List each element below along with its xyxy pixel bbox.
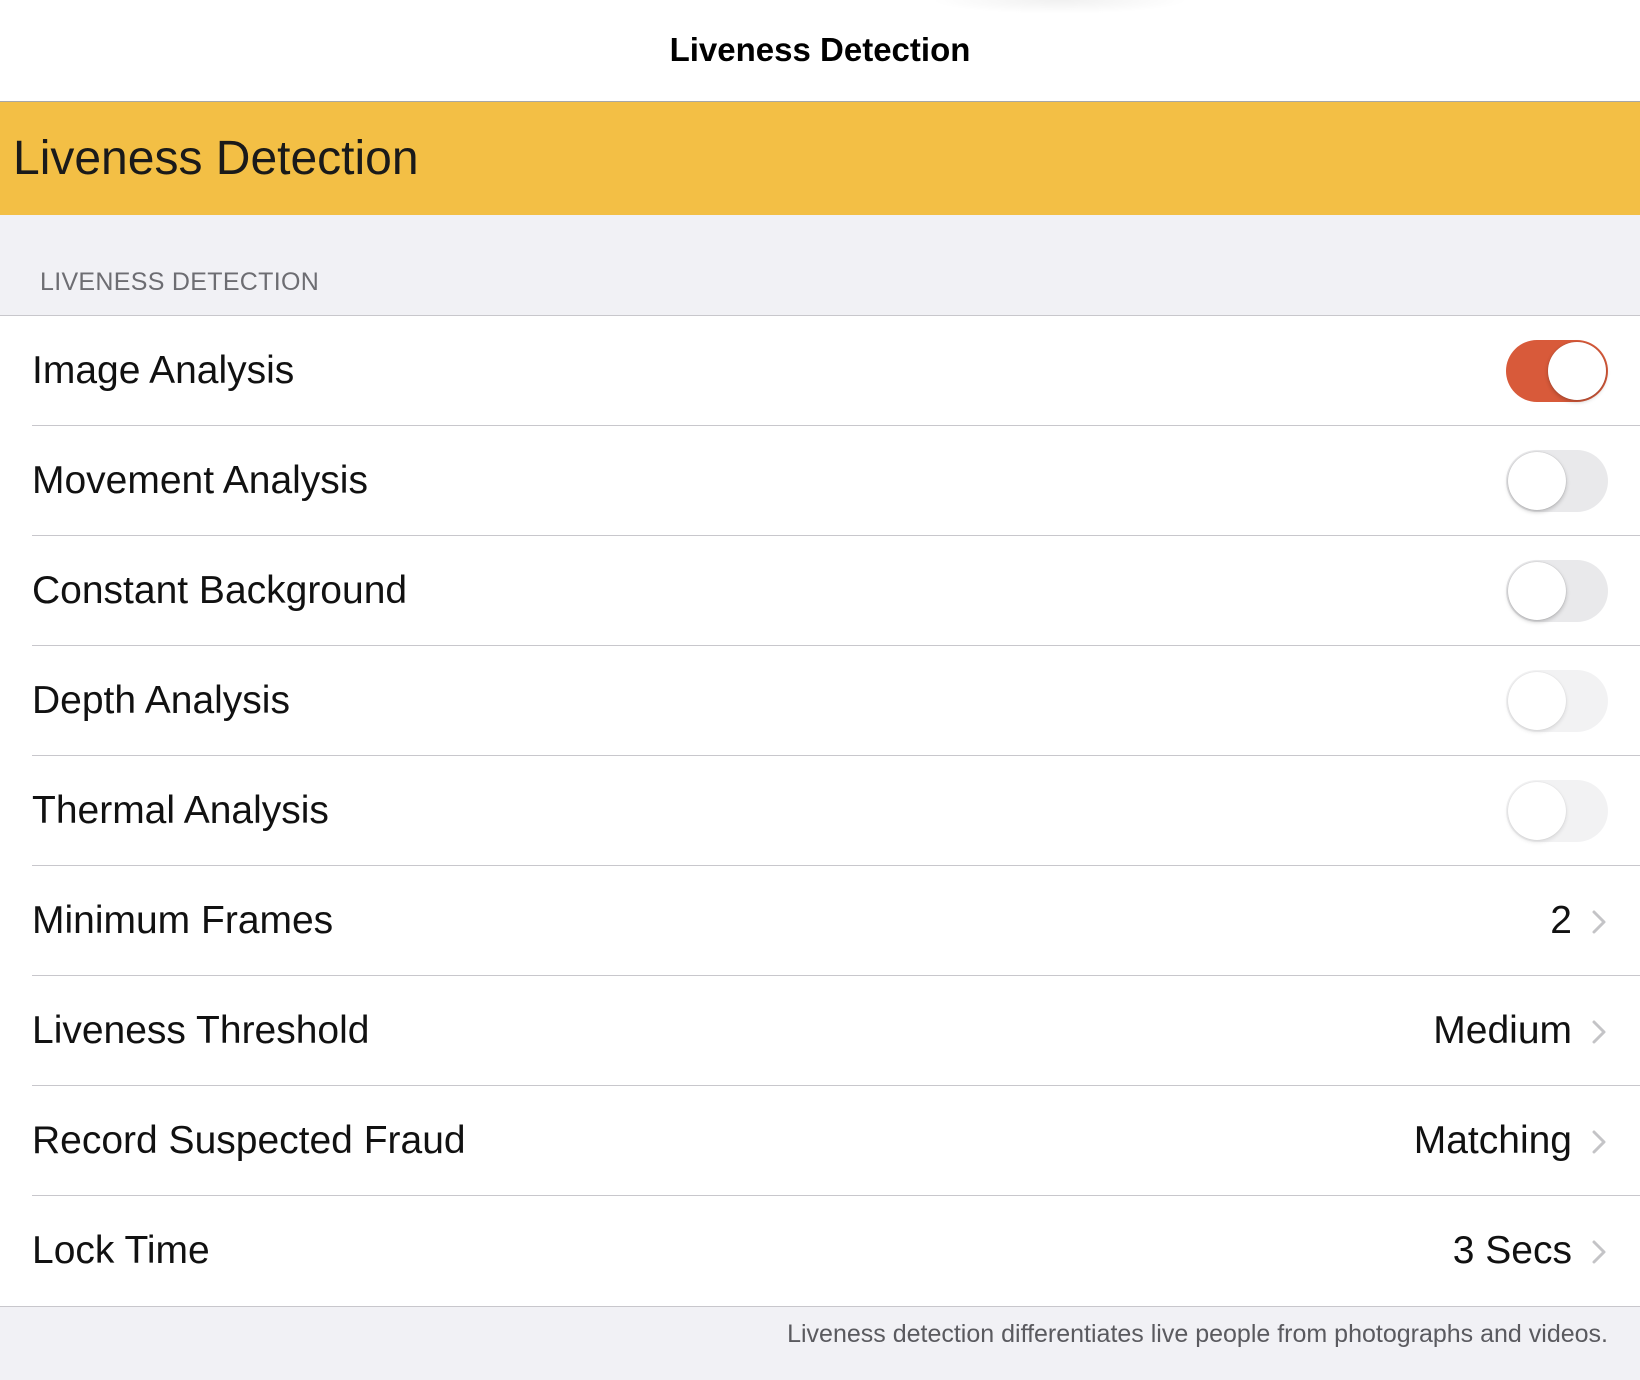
banner-title: Liveness Detection [13, 132, 419, 185]
header-banner: Liveness Detection [0, 102, 1640, 215]
settings-row-thermal-analysis: Thermal Analysis [0, 756, 1640, 866]
row-value: 2 [1550, 899, 1572, 942]
row-value: 3 Secs [1452, 1229, 1572, 1272]
nav-title: Liveness Detection [669, 31, 971, 68]
toggle-knob [1508, 562, 1566, 620]
settings-row-liveness-threshold[interactable]: Liveness Threshold Medium [0, 976, 1640, 1086]
section-header: LIVENESS DETECTION [40, 268, 320, 296]
toggle-knob [1508, 672, 1566, 730]
row-label: Liveness Threshold [32, 1009, 370, 1052]
row-label: Movement Analysis [32, 459, 368, 502]
row-value: Medium [1433, 1009, 1572, 1052]
settings-group: Image Analysis Movement Analysis Constan… [0, 315, 1640, 1307]
row-label: Lock Time [32, 1229, 210, 1272]
chevron-right-icon [1592, 1240, 1606, 1264]
constant-background-toggle[interactable] [1506, 560, 1608, 622]
row-label: Depth Analysis [32, 679, 290, 722]
row-label: Thermal Analysis [32, 789, 329, 832]
row-label: Record Suspected Fraud [32, 1119, 466, 1162]
chevron-right-icon [1592, 910, 1606, 934]
section-footer: Liveness detection differentiates live p… [787, 1320, 1608, 1348]
settings-row-movement-analysis: Movement Analysis [0, 426, 1640, 536]
toggle-knob [1508, 452, 1566, 510]
row-label: Constant Background [32, 569, 408, 612]
settings-row-record-suspected-fraud[interactable]: Record Suspected Fraud Matching [0, 1086, 1640, 1196]
settings-row-constant-background: Constant Background [0, 536, 1640, 646]
navigation-bar: Liveness Detection [0, 0, 1640, 102]
toggle-knob [1548, 342, 1606, 400]
image-analysis-toggle[interactable] [1506, 340, 1608, 402]
settings-row-image-analysis: Image Analysis [0, 316, 1640, 426]
row-label: Image Analysis [32, 349, 295, 392]
settings-row-lock-time[interactable]: Lock Time 3 Secs [0, 1196, 1640, 1306]
depth-analysis-toggle[interactable] [1506, 670, 1608, 732]
chevron-right-icon [1592, 1020, 1606, 1044]
movement-analysis-toggle[interactable] [1506, 450, 1608, 512]
row-value: Matching [1413, 1119, 1572, 1162]
chevron-right-icon [1592, 1130, 1606, 1154]
settings-row-minimum-frames[interactable]: Minimum Frames 2 [0, 866, 1640, 976]
settings-row-depth-analysis: Depth Analysis [0, 646, 1640, 756]
thermal-analysis-toggle[interactable] [1506, 780, 1608, 842]
row-label: Minimum Frames [32, 899, 334, 942]
toggle-knob [1508, 782, 1566, 840]
